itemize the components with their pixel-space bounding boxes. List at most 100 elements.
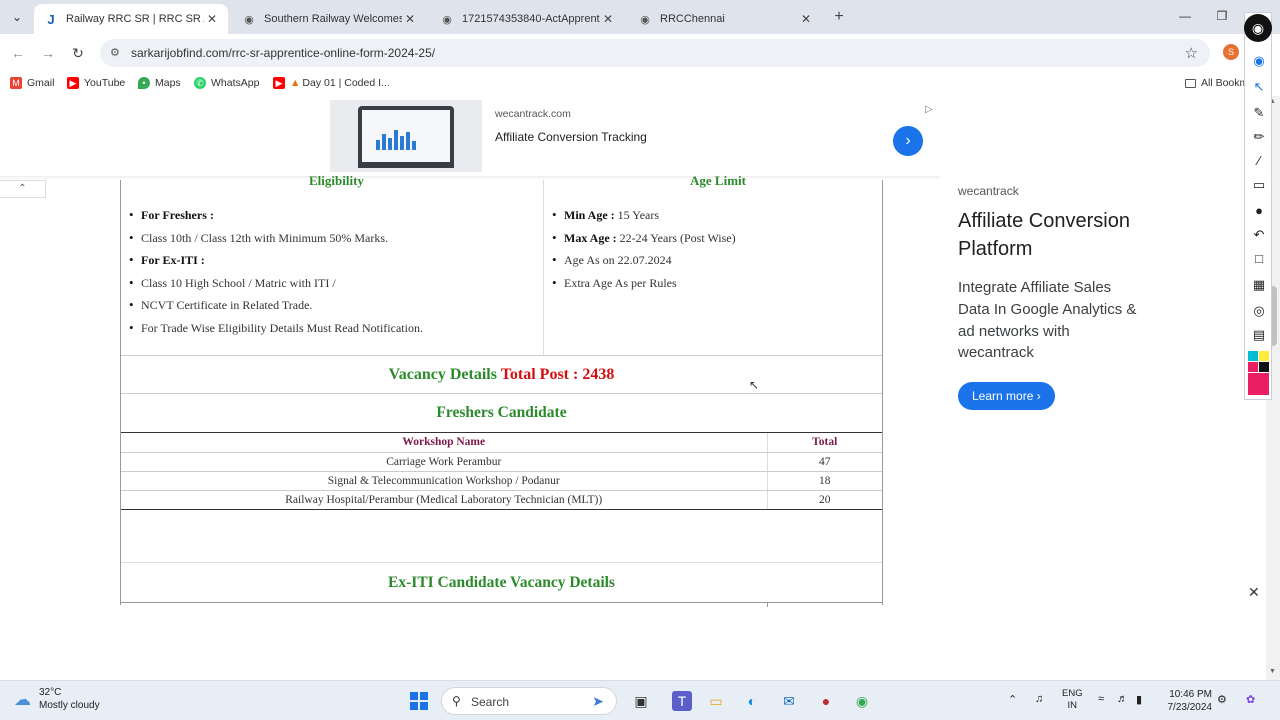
list-item: Class 10 High School / Matric with ITI / [129,272,423,295]
ad-title[interactable]: Affiliate Conversion Tracking [495,130,647,144]
close-tab-icon[interactable]: ✕ [402,12,418,26]
battery-icon[interactable]: ▮ [1136,693,1142,706]
whatsapp-icon: ✆ [194,77,206,89]
notification-icon[interactable]: ⚙ [1217,693,1227,706]
tab-act-apprentice[interactable]: ◉ 1721574353840-ActApprentice ✕ [430,4,624,34]
web-page: wecantrack.com Affiliate Conversion Trac… [0,96,1266,680]
teams-icon[interactable]: T [672,691,692,711]
microphone-icon[interactable]: ♫ [1035,693,1043,705]
tray-chevron-icon[interactable]: ⌃ [1008,693,1017,706]
annotation-app-icon[interactable]: ◉ [1244,14,1272,42]
list-item: Max Age : 22-24 Years (Post Wise) [552,227,736,250]
gmail-icon: M [10,77,22,89]
list-item: For Ex-ITI : [129,249,423,272]
trash-icon[interactable]: □ [1249,249,1269,269]
color-swatch-yellow[interactable] [1259,351,1269,361]
folder-icon [1185,78,1196,88]
search-icon: ⚲ [452,694,461,708]
restore-icon[interactable]: ❐ [1212,9,1232,23]
bookmark-maps[interactable]: • Maps [138,77,181,89]
windows-start-icon[interactable] [410,692,428,710]
clipboard-icon[interactable]: ▤ [1249,325,1269,345]
address-bar[interactable]: ⚙ sarkarijobfind.com/rrc-sr-apprentice-o… [100,39,1210,67]
freshers-vacancy-table: Workshop Name Total Carriage Work Peramb… [121,433,882,510]
learn-more-button[interactable]: Learn more › [958,382,1055,411]
scroll-down-icon[interactable]: ▼ [1269,668,1276,675]
undo-icon[interactable]: ↶ [1249,225,1269,245]
youtube-icon: ▶ [273,77,285,89]
language-indicator[interactable]: ENG IN [1062,688,1083,712]
board-icon[interactable]: ▦ [1249,275,1269,295]
new-tab-icon[interactable]: + [830,8,848,26]
mouse-cursor-icon: ↖ [749,378,760,392]
list-item: Age As on 22.07.2024 [552,249,736,272]
close-tab-icon[interactable]: ✕ [204,12,220,26]
maps-pin-icon: • [138,77,150,89]
color-swatch-cyan[interactable] [1248,351,1258,361]
side-ad-title[interactable]: Affiliate Conversion Platform [958,208,1138,263]
tab-search-menu-icon[interactable]: ⌄ [6,7,28,27]
bookmark-day01[interactable]: ▶ ▲ Day 01 | Coded I... [273,77,390,89]
site-info-icon[interactable]: ⚙ [110,46,120,59]
close-tab-icon[interactable]: ✕ [798,12,814,26]
table-header-row: Workshop Name Total [121,433,882,453]
volume-icon[interactable]: ♬ [1117,693,1128,705]
chrome-icon[interactable]: ◉ [852,691,872,711]
eligibility-heading: Eligibility [309,173,364,188]
app-icon[interactable]: ● [816,691,836,711]
vacancy-details-heading: Vacancy Details Total Post : 2438 [121,356,882,394]
tab-railway-rrc[interactable]: J Railway RRC SR | RRC SR Apprentice ✕ [34,4,228,34]
mail-icon[interactable]: ✉ [779,691,799,711]
ad-arrow-icon[interactable]: › [893,126,923,156]
task-view-icon[interactable]: ▣ [631,691,651,711]
weather-widget[interactable]: ☁ 32°C Mostly cloudy [14,687,100,713]
tab-title: Railway RRC SR | RRC SR Apprentice [66,13,204,25]
side-ad[interactable]: wecantrack Affiliate Conversion Platform… [958,184,1138,411]
url-text[interactable]: sarkarijobfind.com/rrc-sr-apprentice-onl… [131,46,435,60]
list-item: For Trade Wise Eligibility Details Must … [129,317,423,340]
list-item: Min Age : 15 Years [552,204,736,227]
age-limit-heading: Age Limit [690,173,746,188]
close-tab-icon[interactable]: ✕ [600,12,616,26]
edge-icon[interactable]: ◐ [742,691,762,711]
reload-icon[interactable]: ↻ [68,43,88,63]
top-banner-ad[interactable]: wecantrack.com Affiliate Conversion Trac… [330,100,936,172]
eye-icon[interactable]: ◉ [1249,51,1269,71]
bookmark-youtube[interactable]: ▶ YouTube [67,77,125,89]
clock[interactable]: 10:46 PM 7/23/2024 [1166,688,1213,714]
forward-arrow-icon[interactable]: → [38,43,58,63]
wifi-icon[interactable]: ≈ [1098,693,1104,705]
bookmark-star-icon[interactable]: ☆ [1185,44,1198,62]
profile-avatar[interactable]: S [1223,44,1239,60]
eraser-icon[interactable]: ▭ [1249,175,1269,195]
browser-toolbar: ← → ↻ ⚙ sarkarijobfind.com/rrc-sr-appren… [0,34,1240,72]
dot-icon[interactable]: ● [1249,201,1269,221]
minimize-icon[interactable]: — [1175,9,1195,23]
ad-laptop-image [330,100,482,172]
list-item: For Freshers : [129,204,423,227]
all-bookmarks[interactable]: All Bookm [1185,77,1248,89]
pointer-icon[interactable]: ↖ [1249,77,1269,97]
favicon-j-icon: J [47,11,55,27]
bookmark-gmail[interactable]: M Gmail [10,77,54,89]
copilot-icon[interactable]: ✿ [1246,693,1255,706]
color-swatch-magenta[interactable] [1248,362,1258,372]
bookmarks-bar: M Gmail ▶ YouTube • Maps ✆ WhatsApp ▶ ▲ … [0,72,1248,96]
collapse-ad-chevron-icon[interactable]: ⌃ [0,180,46,198]
tab-southern-railway[interactable]: ◉ Southern Railway Welcomes You ✕ [232,4,426,34]
bookmark-whatsapp[interactable]: ✆ WhatsApp [194,77,259,89]
back-arrow-icon[interactable]: ← [8,43,28,63]
tab-title: RRCChennai [660,13,725,25]
current-color-swatch[interactable] [1248,373,1269,395]
tab-rrcchennai[interactable]: ◉ RRCChennai ✕ [628,4,822,34]
color-swatch-black[interactable] [1259,362,1269,372]
highlighter-icon[interactable]: ✏ [1249,127,1269,147]
shark-widget-icon[interactable]: ➤ [588,691,608,711]
close-ad-icon[interactable]: ✕ [1248,584,1260,601]
column-header-total: Total [767,433,882,453]
ad-choices-icon[interactable]: ▷ [925,104,933,115]
camera-icon[interactable]: ◎ [1249,301,1269,321]
file-explorer-icon[interactable]: ▭ [706,691,726,711]
line-icon[interactable]: ∕ [1249,151,1269,171]
pen-icon[interactable]: ✎ [1249,103,1269,123]
